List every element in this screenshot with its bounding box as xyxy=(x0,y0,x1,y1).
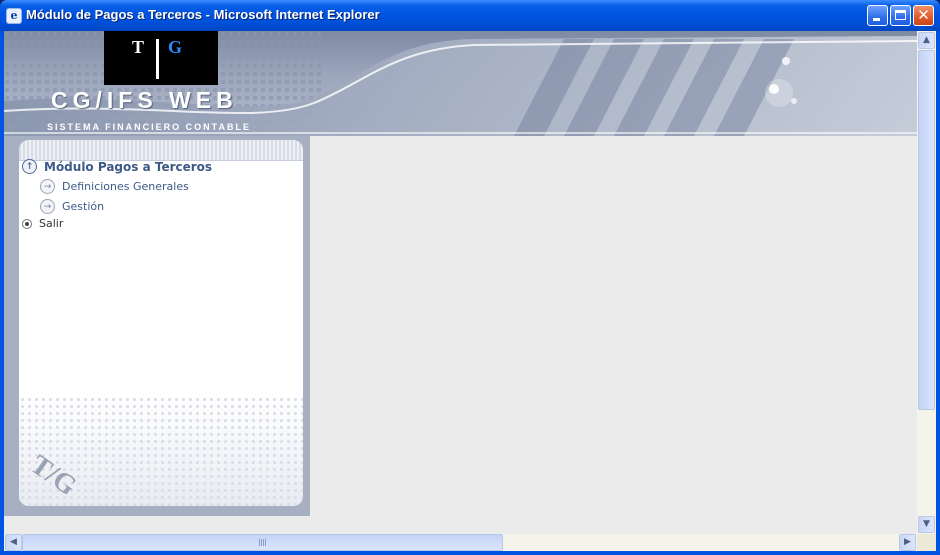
menu-item-label: Definiciones Generales xyxy=(62,180,189,193)
menu-item-label: Salir xyxy=(39,217,64,230)
scroll-left-button[interactable]: ◀ xyxy=(5,534,22,551)
menu-item-label: Gestión xyxy=(62,200,105,213)
logo-letter-right: G xyxy=(168,37,183,57)
maximize-icon xyxy=(895,10,906,20)
window-frame-bottom xyxy=(0,551,940,555)
chevron-left-icon: ◀ xyxy=(10,537,17,547)
maximize-button[interactable] xyxy=(890,5,911,26)
scroll-down-button[interactable]: ▼ xyxy=(918,516,935,533)
watermark-logo: T/G xyxy=(24,449,83,503)
minimize-icon xyxy=(873,18,880,21)
chevron-right-icon: ▶ xyxy=(904,537,911,547)
window-frame-right xyxy=(936,31,940,555)
minimize-button[interactable] xyxy=(867,5,888,26)
bullet-icon xyxy=(22,218,32,229)
horizontal-scroll-thumb[interactable] xyxy=(22,534,503,551)
panel-footer-decoration: T/G xyxy=(19,396,303,506)
header-banner: T G CG/IFS WEB SISTEMA FINANCIERO CONTAB… xyxy=(4,31,917,136)
vertical-scroll-thumb[interactable] xyxy=(918,50,935,410)
internet-explorer-icon[interactable]: e xyxy=(6,8,22,24)
menu-panel: T/G xyxy=(19,140,303,506)
browser-window: e Módulo de Pagos a Terceros - Microsoft… xyxy=(0,0,940,555)
scroll-up-button[interactable]: ▲ xyxy=(918,32,935,49)
grip-icon xyxy=(259,539,267,546)
brand-title: CG/IFS WEB xyxy=(51,87,238,113)
menu-item-modulo-pagos[interactable]: ↑ Módulo Pagos a Terceros xyxy=(22,159,212,174)
menu-item-label: Módulo Pagos a Terceros xyxy=(44,159,213,174)
horizontal-scrollbar[interactable]: ◀ ▶ xyxy=(4,534,917,551)
logo-letter-left: T xyxy=(132,37,145,57)
menu-item-salir[interactable]: Salir xyxy=(22,217,63,230)
arrow-up-icon: ↑ xyxy=(22,159,37,174)
menu-item-definiciones-generales[interactable]: → Definiciones Generales xyxy=(40,179,189,194)
window-frame-left xyxy=(0,31,4,555)
vertical-scrollbar[interactable]: ▲ ▼ xyxy=(917,31,936,534)
brand-subtitle: SISTEMA FINANCIERO CONTABLE xyxy=(47,122,251,132)
window-title: Módulo de Pagos a Terceros - Microsoft I… xyxy=(26,7,380,22)
company-logo: T G xyxy=(104,31,218,85)
content-area xyxy=(310,136,917,534)
page-viewport: T G CG/IFS WEB SISTEMA FINANCIERO CONTAB… xyxy=(4,31,917,534)
close-icon: ✕ xyxy=(917,6,930,24)
title-bar[interactable]: e Módulo de Pagos a Terceros - Microsoft… xyxy=(0,0,940,31)
panel-header-decoration xyxy=(19,140,303,161)
chevron-up-icon: ▲ xyxy=(923,35,930,45)
scrollbar-corner xyxy=(917,534,936,551)
arrow-right-icon: → xyxy=(40,179,55,194)
menu-item-gestion[interactable]: → Gestión xyxy=(40,199,104,214)
close-button[interactable]: ✕ xyxy=(913,5,934,26)
logo-divider xyxy=(156,39,159,79)
arrow-right-icon: → xyxy=(40,199,55,214)
chevron-down-icon: ▼ xyxy=(923,519,930,529)
scroll-right-button[interactable]: ▶ xyxy=(899,534,916,551)
